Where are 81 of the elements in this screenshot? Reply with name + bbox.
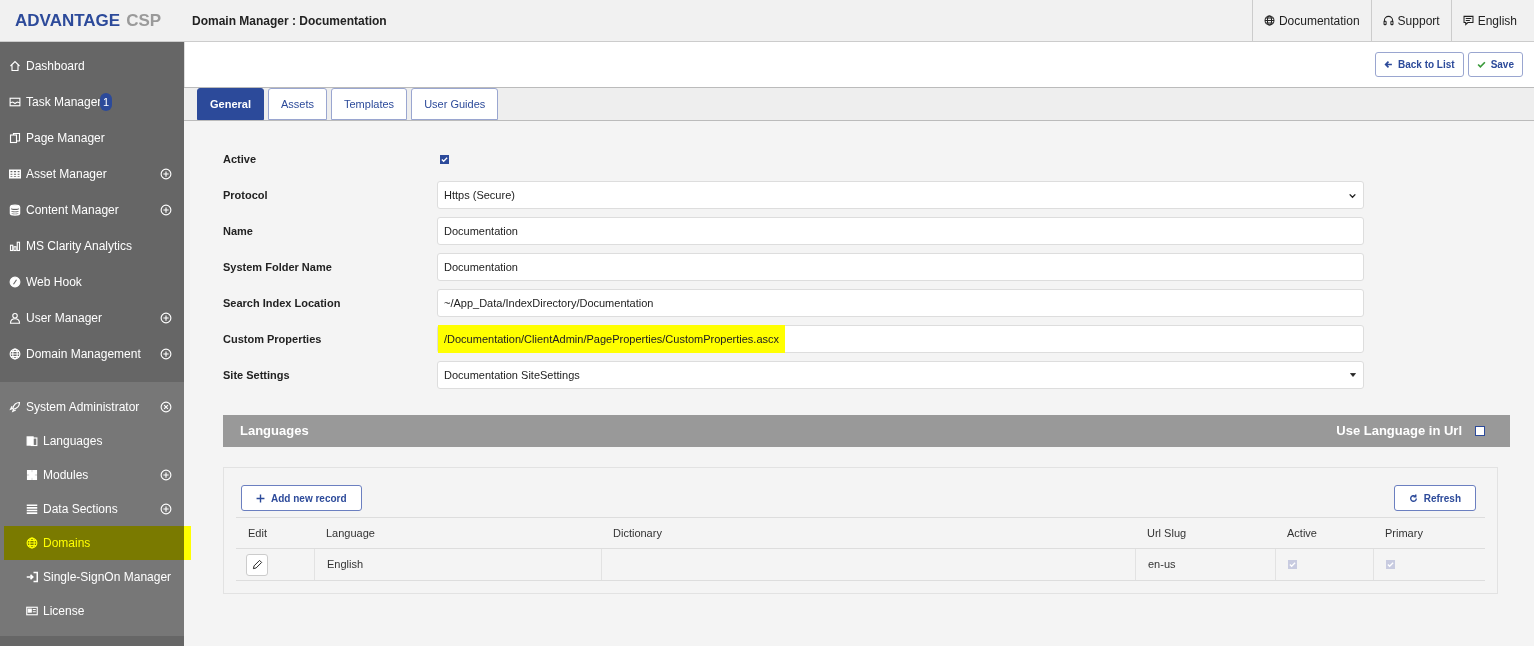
home-icon bbox=[9, 60, 21, 72]
globe-icon bbox=[1263, 15, 1275, 26]
globe-icon bbox=[26, 537, 38, 549]
column-header: Dictionary bbox=[612, 525, 663, 541]
sidebar-item[interactable]: Data Sections bbox=[4, 492, 184, 526]
logo-text: CSP bbox=[126, 9, 162, 32]
sidebar-item[interactable]: Content Manager bbox=[0, 193, 184, 227]
field-label: Search Index Location bbox=[223, 295, 342, 311]
add-record-button[interactable]: Add new record bbox=[241, 485, 362, 511]
headset-icon bbox=[1382, 15, 1394, 26]
section-title: Languages bbox=[240, 422, 310, 441]
field-label: Custom Properties bbox=[223, 331, 323, 347]
selection-pointer bbox=[184, 526, 191, 560]
check-icon bbox=[1476, 60, 1486, 69]
languages-icon bbox=[26, 435, 38, 447]
sidebar-item[interactable]: Languages bbox=[4, 424, 184, 458]
tab[interactable]: Assets bbox=[267, 88, 327, 120]
field-label: Protocol bbox=[223, 187, 269, 203]
sidebar-item[interactable]: License bbox=[4, 594, 184, 628]
page-title: Domain Manager : Documentation bbox=[192, 12, 387, 30]
database-icon bbox=[9, 204, 21, 216]
column-header: Active bbox=[1286, 525, 1318, 541]
sign-in-icon bbox=[26, 571, 38, 583]
sidebar-item[interactable]: Dashboard bbox=[0, 49, 184, 83]
column-header: Url Slug bbox=[1146, 525, 1188, 541]
id-card-icon bbox=[26, 605, 38, 617]
sidebar-item[interactable]: Single-SignOn Manager bbox=[4, 560, 184, 594]
tab[interactable]: User Guides bbox=[411, 88, 499, 120]
bar-chart-icon bbox=[9, 240, 21, 252]
grid-icon bbox=[9, 168, 21, 180]
input-field[interactable]: /Documentation/ClientAdmin/PageProperties/CustomProperties.ascx bbox=[437, 325, 1364, 353]
refresh-button[interactable]: Refresh bbox=[1393, 485, 1476, 511]
count-badge: 1 bbox=[100, 93, 113, 111]
checkbox[interactable] bbox=[440, 154, 449, 164]
tab[interactable]: Templates bbox=[331, 88, 408, 120]
sidebar-item[interactable]: Task Manager 1 bbox=[0, 85, 184, 119]
table-cell-text: en-us bbox=[1148, 557, 1176, 573]
header-link[interactable]: English bbox=[1450, 0, 1534, 41]
pencil-icon bbox=[251, 559, 263, 570]
back-button[interactable]: Back to List bbox=[1374, 52, 1464, 77]
pages-icon bbox=[9, 132, 21, 144]
refresh-icon bbox=[1408, 493, 1418, 503]
tab[interactable]: General bbox=[197, 88, 264, 120]
checkbox[interactable] bbox=[1475, 426, 1485, 436]
field-label: Active bbox=[223, 151, 258, 167]
sidebar-item[interactable]: Modules bbox=[4, 458, 184, 492]
list-icon bbox=[26, 503, 38, 515]
sidebar-item[interactable]: Web Hook bbox=[0, 265, 184, 299]
column-header: Primary bbox=[1384, 525, 1424, 541]
rocket-icon bbox=[9, 401, 21, 413]
globe-icon bbox=[9, 348, 21, 360]
select-field[interactable]: Documentation SiteSettings bbox=[437, 361, 1364, 389]
select-field[interactable]: Https (Secure) bbox=[437, 181, 1364, 209]
sidebar-item[interactable]: MS Clarity Analytics bbox=[0, 229, 184, 263]
sidebar-item[interactable]: User Manager bbox=[0, 301, 184, 335]
sidebar-item[interactable]: Domains bbox=[4, 526, 184, 560]
sidebar-item[interactable]: System Administrator bbox=[0, 390, 184, 424]
sidebar-item[interactable]: Domain Management bbox=[0, 337, 184, 371]
chat-icon bbox=[1462, 15, 1474, 26]
field-label: System Folder Name bbox=[223, 259, 333, 275]
input-field[interactable]: ~/App_Data/IndexDirectory/Documentation bbox=[437, 289, 1364, 317]
caret-down-icon bbox=[1349, 371, 1357, 379]
plus-icon bbox=[256, 493, 265, 503]
header-link[interactable]: Documentation bbox=[1251, 0, 1371, 41]
input-field[interactable]: Documentation bbox=[437, 253, 1364, 281]
column-header: Language bbox=[325, 525, 376, 541]
input-field[interactable]: Documentation bbox=[437, 217, 1364, 245]
column-header: Edit bbox=[247, 525, 268, 541]
user-icon bbox=[9, 312, 21, 324]
toggle-label: Use Language in Url bbox=[1336, 422, 1462, 441]
field-label: Name bbox=[223, 223, 254, 239]
table-cell-text: English bbox=[327, 557, 364, 573]
sidebar-item[interactable]: Page Manager bbox=[0, 121, 184, 155]
arrow-left-icon bbox=[1383, 60, 1393, 69]
save-button[interactable]: Save bbox=[1467, 52, 1523, 77]
logo-text: ADVANTAGE bbox=[15, 9, 121, 32]
envelope-icon bbox=[9, 96, 21, 108]
header-link[interactable]: Support bbox=[1370, 0, 1451, 41]
edit-button[interactable] bbox=[246, 553, 268, 576]
sidebar-item[interactable]: Asset Manager bbox=[0, 157, 184, 191]
field-label: Site Settings bbox=[223, 367, 291, 383]
